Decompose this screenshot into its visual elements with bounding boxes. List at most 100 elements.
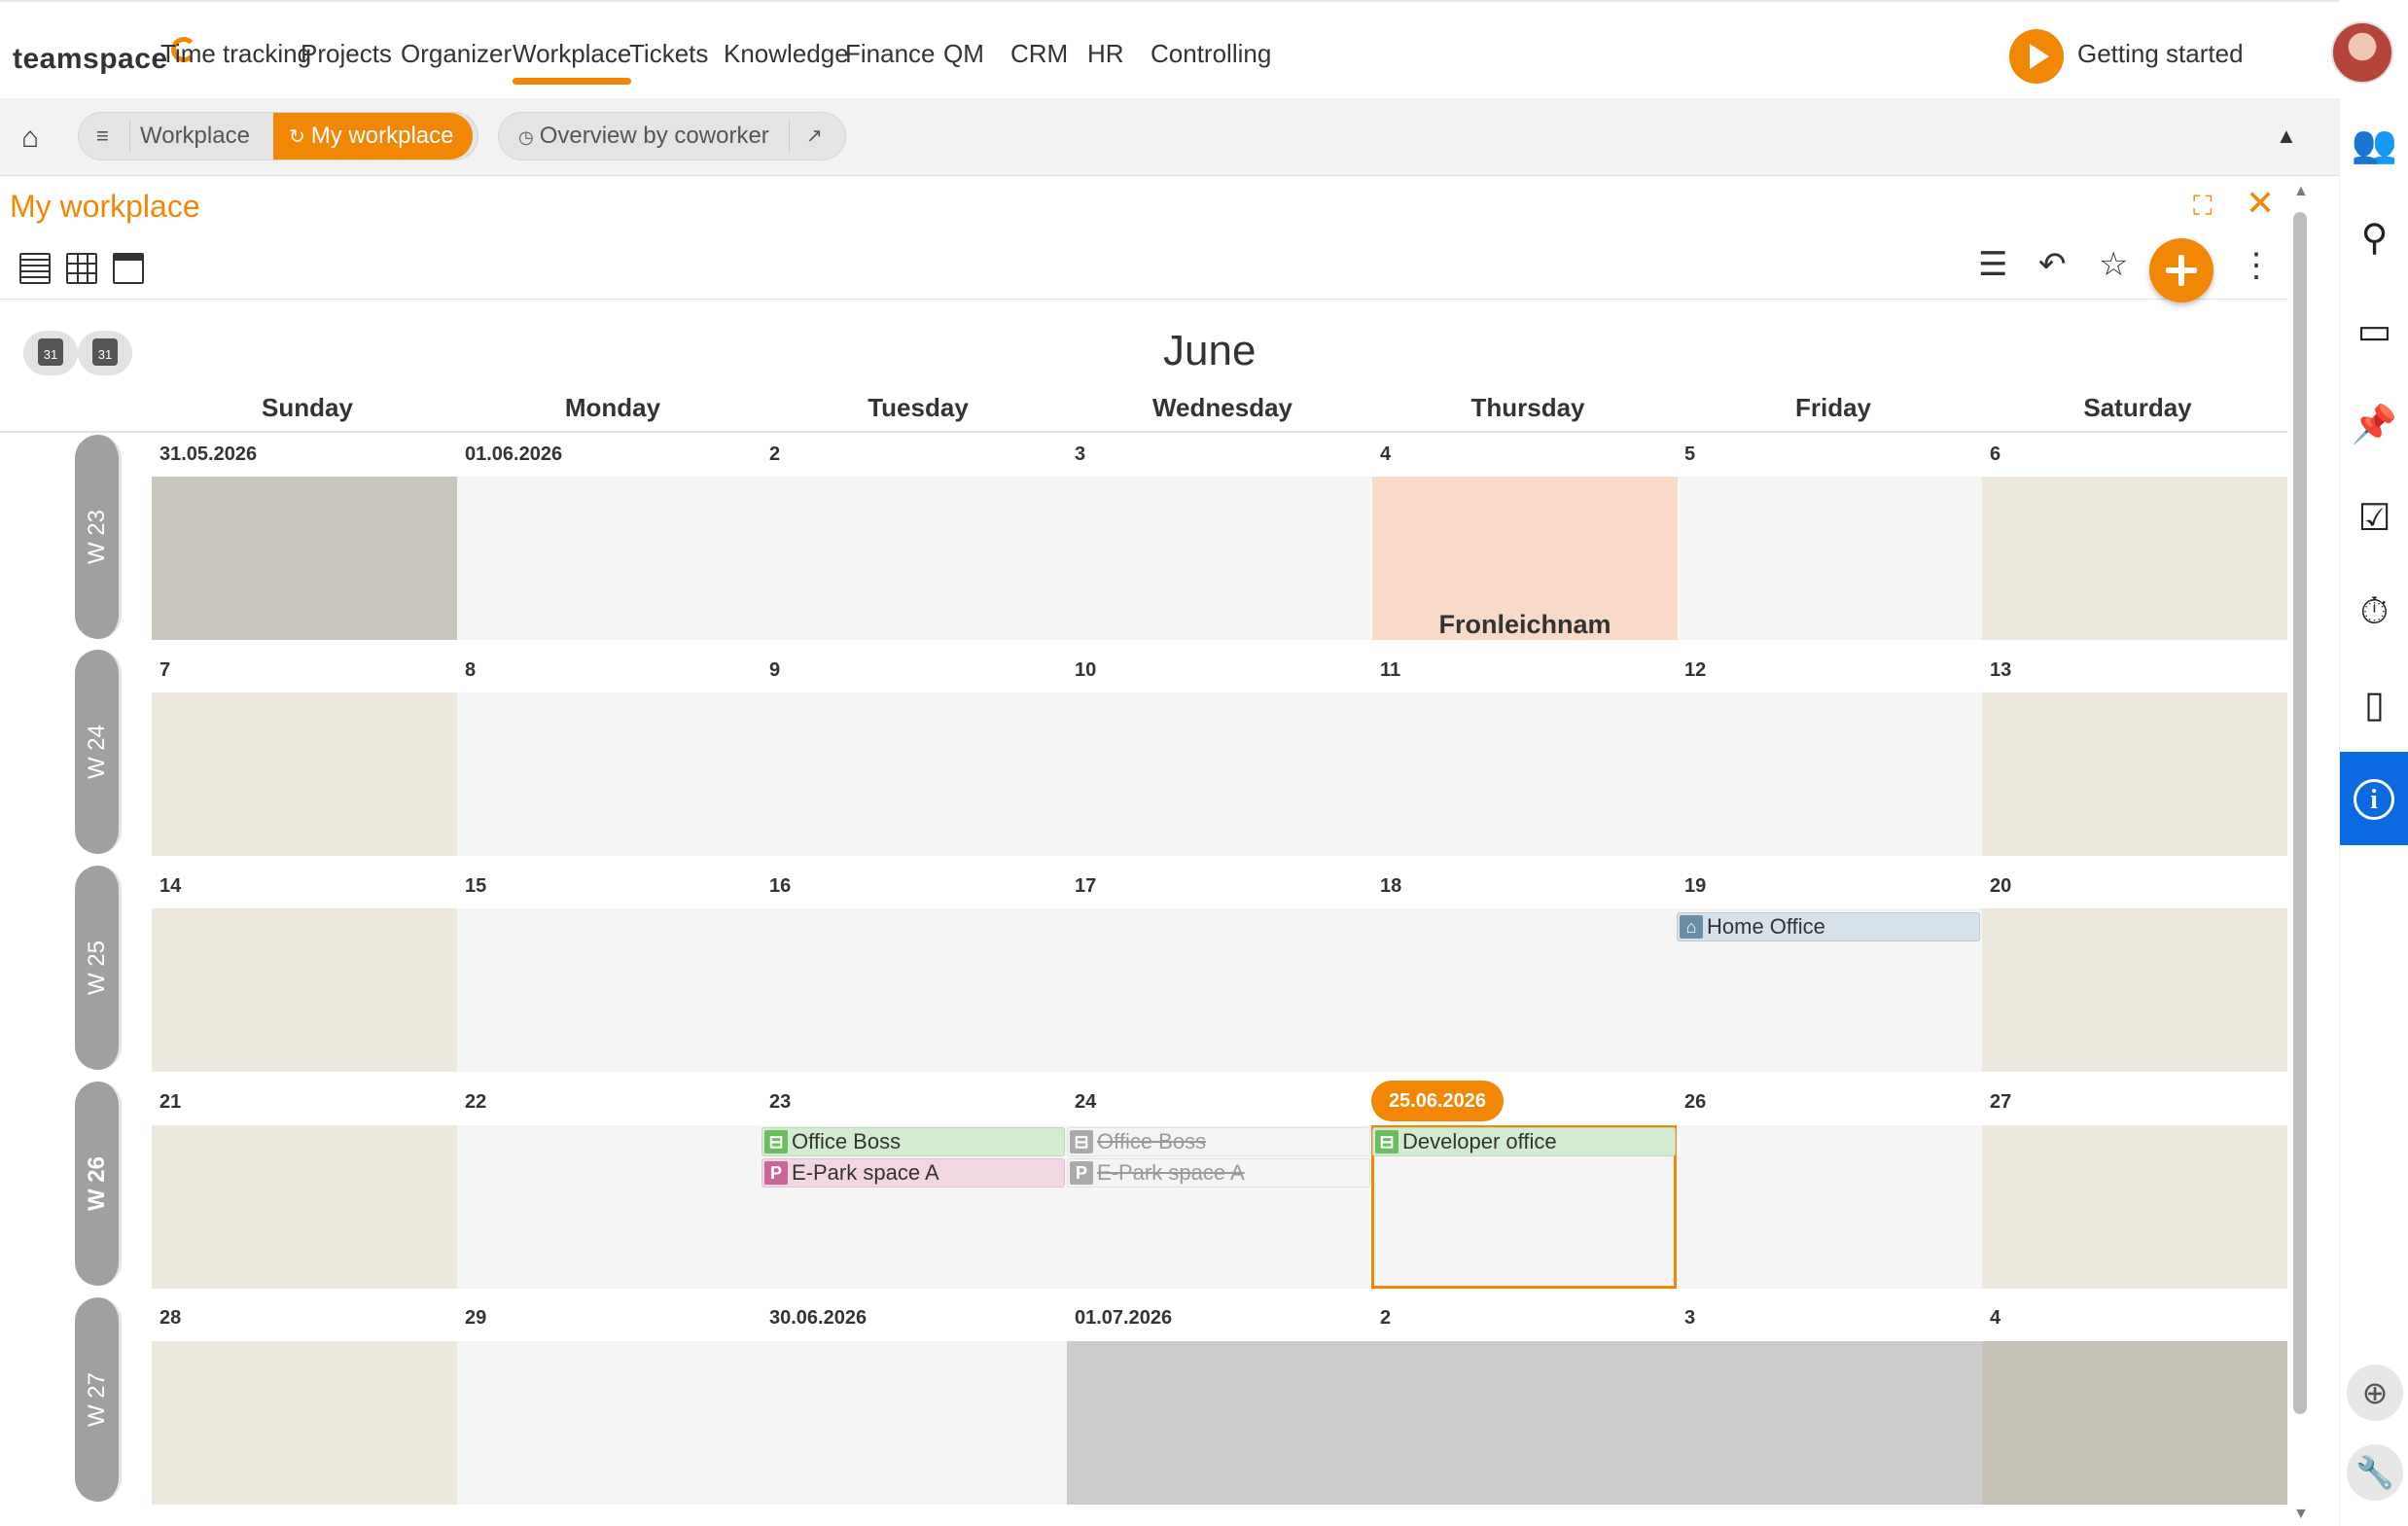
day-cell[interactable] — [1982, 477, 2287, 640]
day-cell[interactable] — [1678, 692, 1983, 856]
nav-qm[interactable]: QM — [943, 39, 984, 69]
day-cell-next-month[interactable] — [1678, 1341, 1983, 1505]
week-number[interactable]: W 23 — [75, 435, 122, 639]
list-view-icon[interactable] — [19, 253, 51, 284]
table-view-icon[interactable] — [66, 253, 97, 284]
day-number[interactable]: 16 — [769, 875, 791, 898]
day-number[interactable]: 3 — [1075, 444, 1085, 466]
event-home-office[interactable]: ⌂ Home Office — [1677, 912, 1980, 941]
breadcrumb-workplace[interactable]: Workplace — [140, 113, 250, 160]
today-badge[interactable]: 25.06.2026 — [1371, 1081, 1504, 1121]
day-number[interactable]: 01.06.2026 — [465, 444, 562, 466]
day-number[interactable]: 21 — [159, 1091, 181, 1114]
day-number[interactable]: 19 — [1684, 875, 1706, 898]
day-number[interactable]: 27 — [1990, 1091, 2011, 1114]
timer-icon[interactable]: ⏱ — [2340, 583, 2408, 641]
wrench-icon[interactable]: 🔧 — [2347, 1444, 2403, 1501]
day-cell-next-month[interactable] — [1372, 1341, 1678, 1505]
day-number[interactable]: 20 — [1990, 875, 2011, 898]
day-number[interactable]: 29 — [465, 1307, 486, 1330]
nav-time-tracking[interactable]: Time tracking — [160, 39, 311, 69]
scroll-down-icon[interactable]: ▼ — [2293, 1506, 2309, 1523]
nav-organizer[interactable]: Organizer — [401, 39, 512, 69]
event-office-boss[interactable]: ⊟ Office Boss — [761, 1127, 1065, 1156]
filter-icon[interactable]: ☰ — [1978, 245, 2007, 284]
day-number[interactable]: 23 — [769, 1091, 791, 1114]
getting-started-link[interactable]: Getting started — [2077, 39, 2244, 69]
day-number[interactable]: 5 — [1684, 444, 1695, 466]
info-button[interactable]: i — [2340, 752, 2408, 845]
nav-workplace[interactable]: Workplace — [513, 39, 632, 85]
star-icon[interactable]: ☆ — [2099, 245, 2128, 284]
nav-finance[interactable]: Finance — [845, 39, 936, 69]
nav-crm[interactable]: CRM — [1010, 39, 1068, 69]
day-number[interactable]: 01.07.2026 — [1075, 1307, 1172, 1330]
day-number[interactable]: 4 — [1380, 444, 1391, 466]
day-cell[interactable] — [457, 692, 762, 856]
play-icon[interactable] — [2009, 29, 2064, 84]
day-number[interactable]: 28 — [159, 1307, 181, 1330]
day-number[interactable]: 12 — [1684, 659, 1706, 682]
day-number[interactable]: 3 — [1684, 1307, 1695, 1330]
day-number[interactable]: 9 — [769, 659, 780, 682]
day-cell[interactable] — [762, 477, 1068, 640]
event-park-space-cancelled[interactable]: P E-Park space A — [1067, 1158, 1370, 1188]
day-number[interactable]: 4 — [1990, 1307, 2001, 1330]
day-number[interactable]: 26 — [1684, 1091, 1706, 1114]
pin-icon[interactable]: 📌 — [2340, 396, 2408, 454]
day-number[interactable]: 30.06.2026 — [769, 1307, 867, 1330]
day-number[interactable]: 7 — [159, 659, 170, 682]
day-number[interactable]: 11 — [1380, 659, 1400, 682]
wallet-icon[interactable]: ▭ — [2340, 302, 2408, 361]
event-park-space[interactable]: P E-Park space A — [761, 1158, 1065, 1188]
day-cell[interactable] — [1067, 477, 1372, 640]
day-cell[interactable] — [1982, 908, 2287, 1072]
day-cell-next-month[interactable] — [1982, 1341, 2287, 1505]
day-cell[interactable] — [1372, 908, 1678, 1072]
day-cell[interactable] — [762, 692, 1068, 856]
breadcrumb-my-workplace[interactable]: ↻ My workplace — [273, 113, 474, 160]
day-number[interactable]: 8 — [465, 659, 476, 682]
day-number[interactable]: 18 — [1380, 875, 1401, 898]
day-cell[interactable] — [457, 477, 762, 640]
day-cell-next-month[interactable] — [1067, 1341, 1372, 1505]
people-icon[interactable]: 👥 — [2340, 116, 2408, 174]
nav-controlling[interactable]: Controlling — [1151, 39, 1271, 69]
event-developer-office[interactable]: ⊟ Developer office — [1372, 1127, 1676, 1156]
search-icon[interactable]: ⚲ — [2340, 209, 2408, 267]
day-number[interactable]: 2 — [1380, 1307, 1391, 1330]
day-cell[interactable] — [1678, 1125, 1983, 1289]
day-cell[interactable] — [152, 908, 457, 1072]
day-number[interactable]: 24 — [1075, 1091, 1096, 1114]
day-cell[interactable] — [457, 908, 762, 1072]
home-icon[interactable]: ⌂ — [21, 122, 39, 155]
week-number[interactable]: W 27 — [75, 1297, 122, 1502]
add-icon[interactable] — [2149, 238, 2213, 302]
collapse-up-icon[interactable]: ▲ — [2276, 124, 2297, 149]
scrollbar-thumb[interactable] — [2293, 212, 2307, 1414]
fullscreen-icon[interactable]: ⛶ — [2193, 191, 2213, 223]
menu-icon[interactable]: ≡ — [96, 113, 109, 160]
previous-month-button[interactable]: 31 — [23, 331, 78, 375]
day-number[interactable]: 22 — [465, 1091, 486, 1114]
day-cell[interactable] — [1678, 477, 1983, 640]
day-number[interactable]: 13 — [1990, 659, 2011, 682]
next-month-button[interactable]: 31 — [78, 331, 132, 375]
close-icon[interactable]: ✕ — [2246, 183, 2275, 224]
day-number[interactable]: 17 — [1075, 875, 1096, 898]
week-number[interactable]: W 25 — [75, 866, 122, 1070]
more-vertical-icon[interactable]: ⋮ — [2240, 249, 2273, 282]
week-number[interactable]: W 26 — [75, 1082, 122, 1286]
day-number[interactable]: 6 — [1990, 444, 2001, 466]
nav-hr[interactable]: HR — [1087, 39, 1124, 69]
plus-circle-icon[interactable]: ⊕ — [2347, 1365, 2403, 1421]
day-number[interactable]: 15 — [465, 875, 486, 898]
day-cell[interactable] — [152, 692, 457, 856]
overview-by-coworker-tab[interactable]: ◷ Overview by coworker — [518, 113, 769, 160]
scroll-up-icon[interactable]: ▲ — [2293, 183, 2309, 200]
day-cell[interactable] — [457, 1341, 762, 1505]
day-cell[interactable] — [1067, 908, 1372, 1072]
day-cell[interactable] — [457, 1125, 762, 1289]
day-cell[interactable] — [1067, 692, 1372, 856]
day-cell[interactable] — [152, 1125, 457, 1289]
